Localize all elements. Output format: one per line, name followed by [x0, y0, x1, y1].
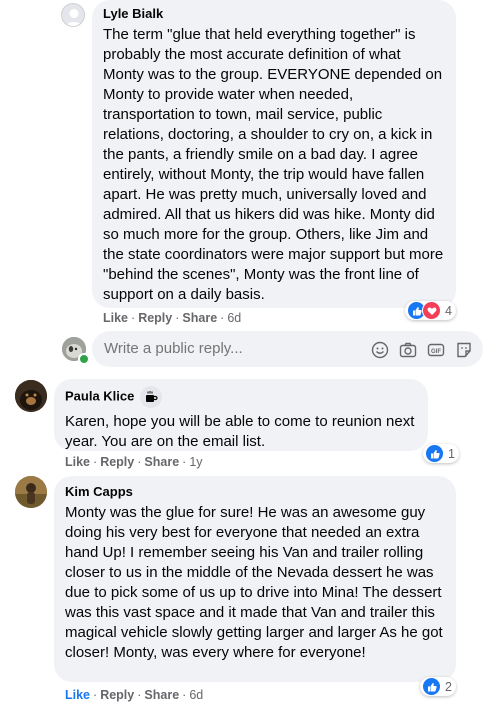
emoji-icon[interactable] — [371, 341, 389, 359]
paula-avatar[interactable] — [15, 380, 47, 412]
like-reaction-icon — [425, 444, 444, 463]
share-link[interactable]: Share — [144, 688, 179, 702]
default-profile-icon — [65, 9, 83, 26]
coffee-mug-icon — [140, 386, 163, 408]
like-link[interactable]: Like — [65, 455, 90, 469]
comment-author[interactable]: Kim Capps — [65, 484, 445, 500]
comment-actions: Like · Reply · Share · 6d — [65, 688, 204, 702]
sticker-icon[interactable] — [455, 341, 473, 359]
comment-author[interactable]: Lyle Bialk — [103, 6, 445, 22]
comment-bubble-paula: Paula Klice Karen, hope you will be able… — [54, 379, 428, 451]
like-link[interactable]: Like — [103, 311, 128, 325]
camera-icon[interactable] — [399, 341, 417, 359]
like-link[interactable]: Like — [65, 688, 90, 702]
share-link[interactable]: Share — [182, 311, 217, 325]
reply-composer: GIF — [92, 331, 483, 367]
comment-author: Paula Klice — [65, 386, 417, 408]
comment-bubble-kim: Kim Capps Monty was the glue for sure! H… — [54, 476, 456, 682]
comment-text: Monty was the glue for sure! He was an a… — [65, 504, 443, 661]
lyle-avatar[interactable] — [61, 3, 85, 27]
reaction-count[interactable]: 2 — [420, 677, 456, 696]
comment-timestamp[interactable]: 6d — [227, 311, 241, 325]
person-photo-icon — [15, 476, 47, 508]
dog-photo-icon — [15, 380, 47, 412]
comment-bubble-lyle: Lyle Bialk The term "glue that held ever… — [92, 0, 456, 308]
svg-text:GIF: GIF — [431, 349, 441, 355]
comment-actions: Like · Reply · Share · 6d — [103, 311, 242, 325]
reaction-number: 4 — [445, 303, 452, 318]
share-link[interactable]: Share — [144, 455, 179, 469]
reply-link[interactable]: Reply — [100, 688, 134, 702]
comment-timestamp[interactable]: 6d — [189, 688, 203, 702]
love-reaction-icon — [422, 301, 441, 320]
comment-actions: Like · Reply · Share · 1y — [65, 455, 203, 469]
reaction-count[interactable]: 4 — [405, 301, 456, 320]
reaction-number: 1 — [448, 446, 455, 461]
like-reaction-icon — [422, 677, 441, 696]
reply-input[interactable] — [104, 331, 354, 367]
author-name-link[interactable]: Paula Klice — [65, 388, 134, 403]
kim-avatar[interactable] — [15, 476, 47, 508]
reaction-count[interactable]: 1 — [423, 444, 459, 463]
comment-text: The term "glue that held everything toge… — [103, 26, 444, 303]
reply-link[interactable]: Reply — [138, 311, 172, 325]
comment-timestamp[interactable]: 1y — [189, 455, 202, 469]
reply-link[interactable]: Reply — [100, 455, 134, 469]
reaction-number: 2 — [445, 679, 452, 694]
comment-text: Karen, hope you will be able to come to … — [65, 413, 415, 450]
online-status-dot — [78, 353, 90, 365]
gif-icon[interactable]: GIF — [427, 341, 445, 359]
